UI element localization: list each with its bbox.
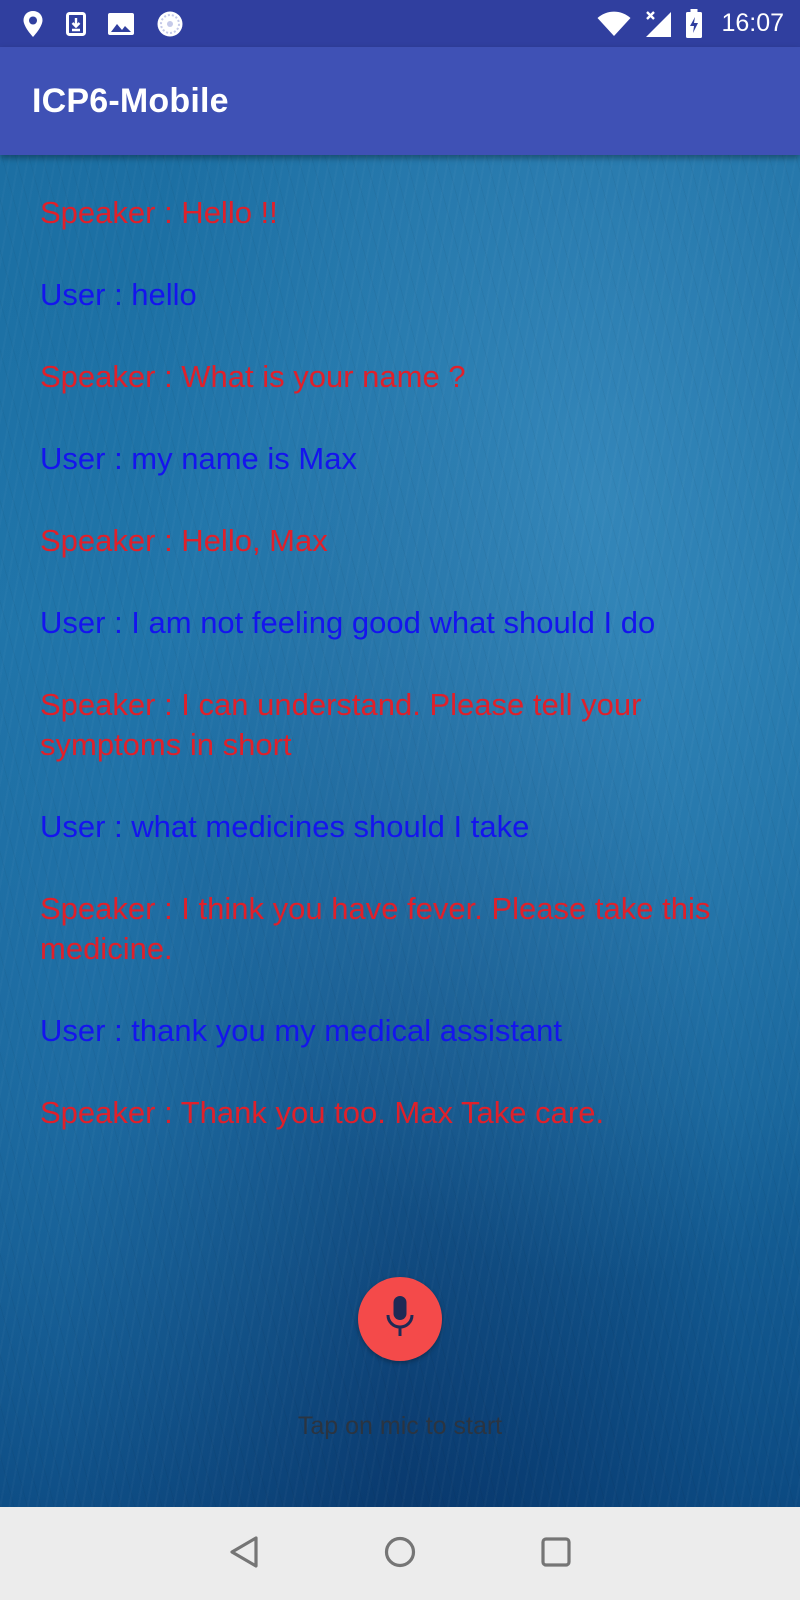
navigation-bar: [0, 1507, 800, 1600]
user-message: User : thank you my medical assistant: [40, 1013, 563, 1048]
app-bar: ICP6-Mobile: [0, 47, 800, 155]
chat-screen: Speaker : Hello !! User : hello Speaker …: [0, 155, 800, 1507]
status-system: 16:07: [597, 8, 784, 39]
speaker-message: Speaker : What is your name ?: [40, 359, 466, 394]
home-icon: [383, 1535, 417, 1573]
home-button[interactable]: [374, 1528, 426, 1580]
speaker-message: Speaker : Hello !!: [40, 195, 278, 230]
microphone-icon: [385, 1295, 415, 1343]
speaker-message: Speaker : Thank you too. Max Take care.: [40, 1095, 605, 1130]
mic-hint: Tap on mic to start: [297, 1412, 503, 1440]
user-message: User : I am not feeling good what should…: [40, 605, 656, 640]
user-message: User : hello: [40, 277, 197, 312]
location-icon: [22, 10, 44, 38]
status-time: 16:07: [721, 9, 784, 37]
status-bar: 16:07: [0, 0, 800, 47]
speaker-message: Speaker : I think you have fever. Please…: [40, 891, 711, 966]
recents-icon: [540, 1536, 572, 1572]
sync-icon: [156, 10, 184, 38]
user-message: User : what medicines should I take: [40, 809, 530, 844]
speaker-message: Speaker : Hello, Max: [40, 523, 328, 558]
back-icon: [228, 1535, 260, 1573]
status-notifications: [22, 10, 184, 38]
back-button[interactable]: [218, 1528, 270, 1580]
wifi-icon: [597, 11, 631, 37]
user-message: User : my name is Max: [40, 441, 357, 476]
signal-icon: [643, 10, 673, 38]
recents-button[interactable]: [530, 1528, 582, 1580]
app-title: ICP6-Mobile: [32, 81, 229, 120]
download-icon: [66, 11, 86, 36]
speaker-message: Speaker : I can understand. Please tell …: [40, 687, 642, 762]
conversation-log: Speaker : Hello !! User : hello Speaker …: [40, 193, 740, 1175]
mic-button[interactable]: [358, 1277, 442, 1361]
battery-charging-icon: [685, 8, 703, 39]
image-icon: [108, 12, 134, 35]
